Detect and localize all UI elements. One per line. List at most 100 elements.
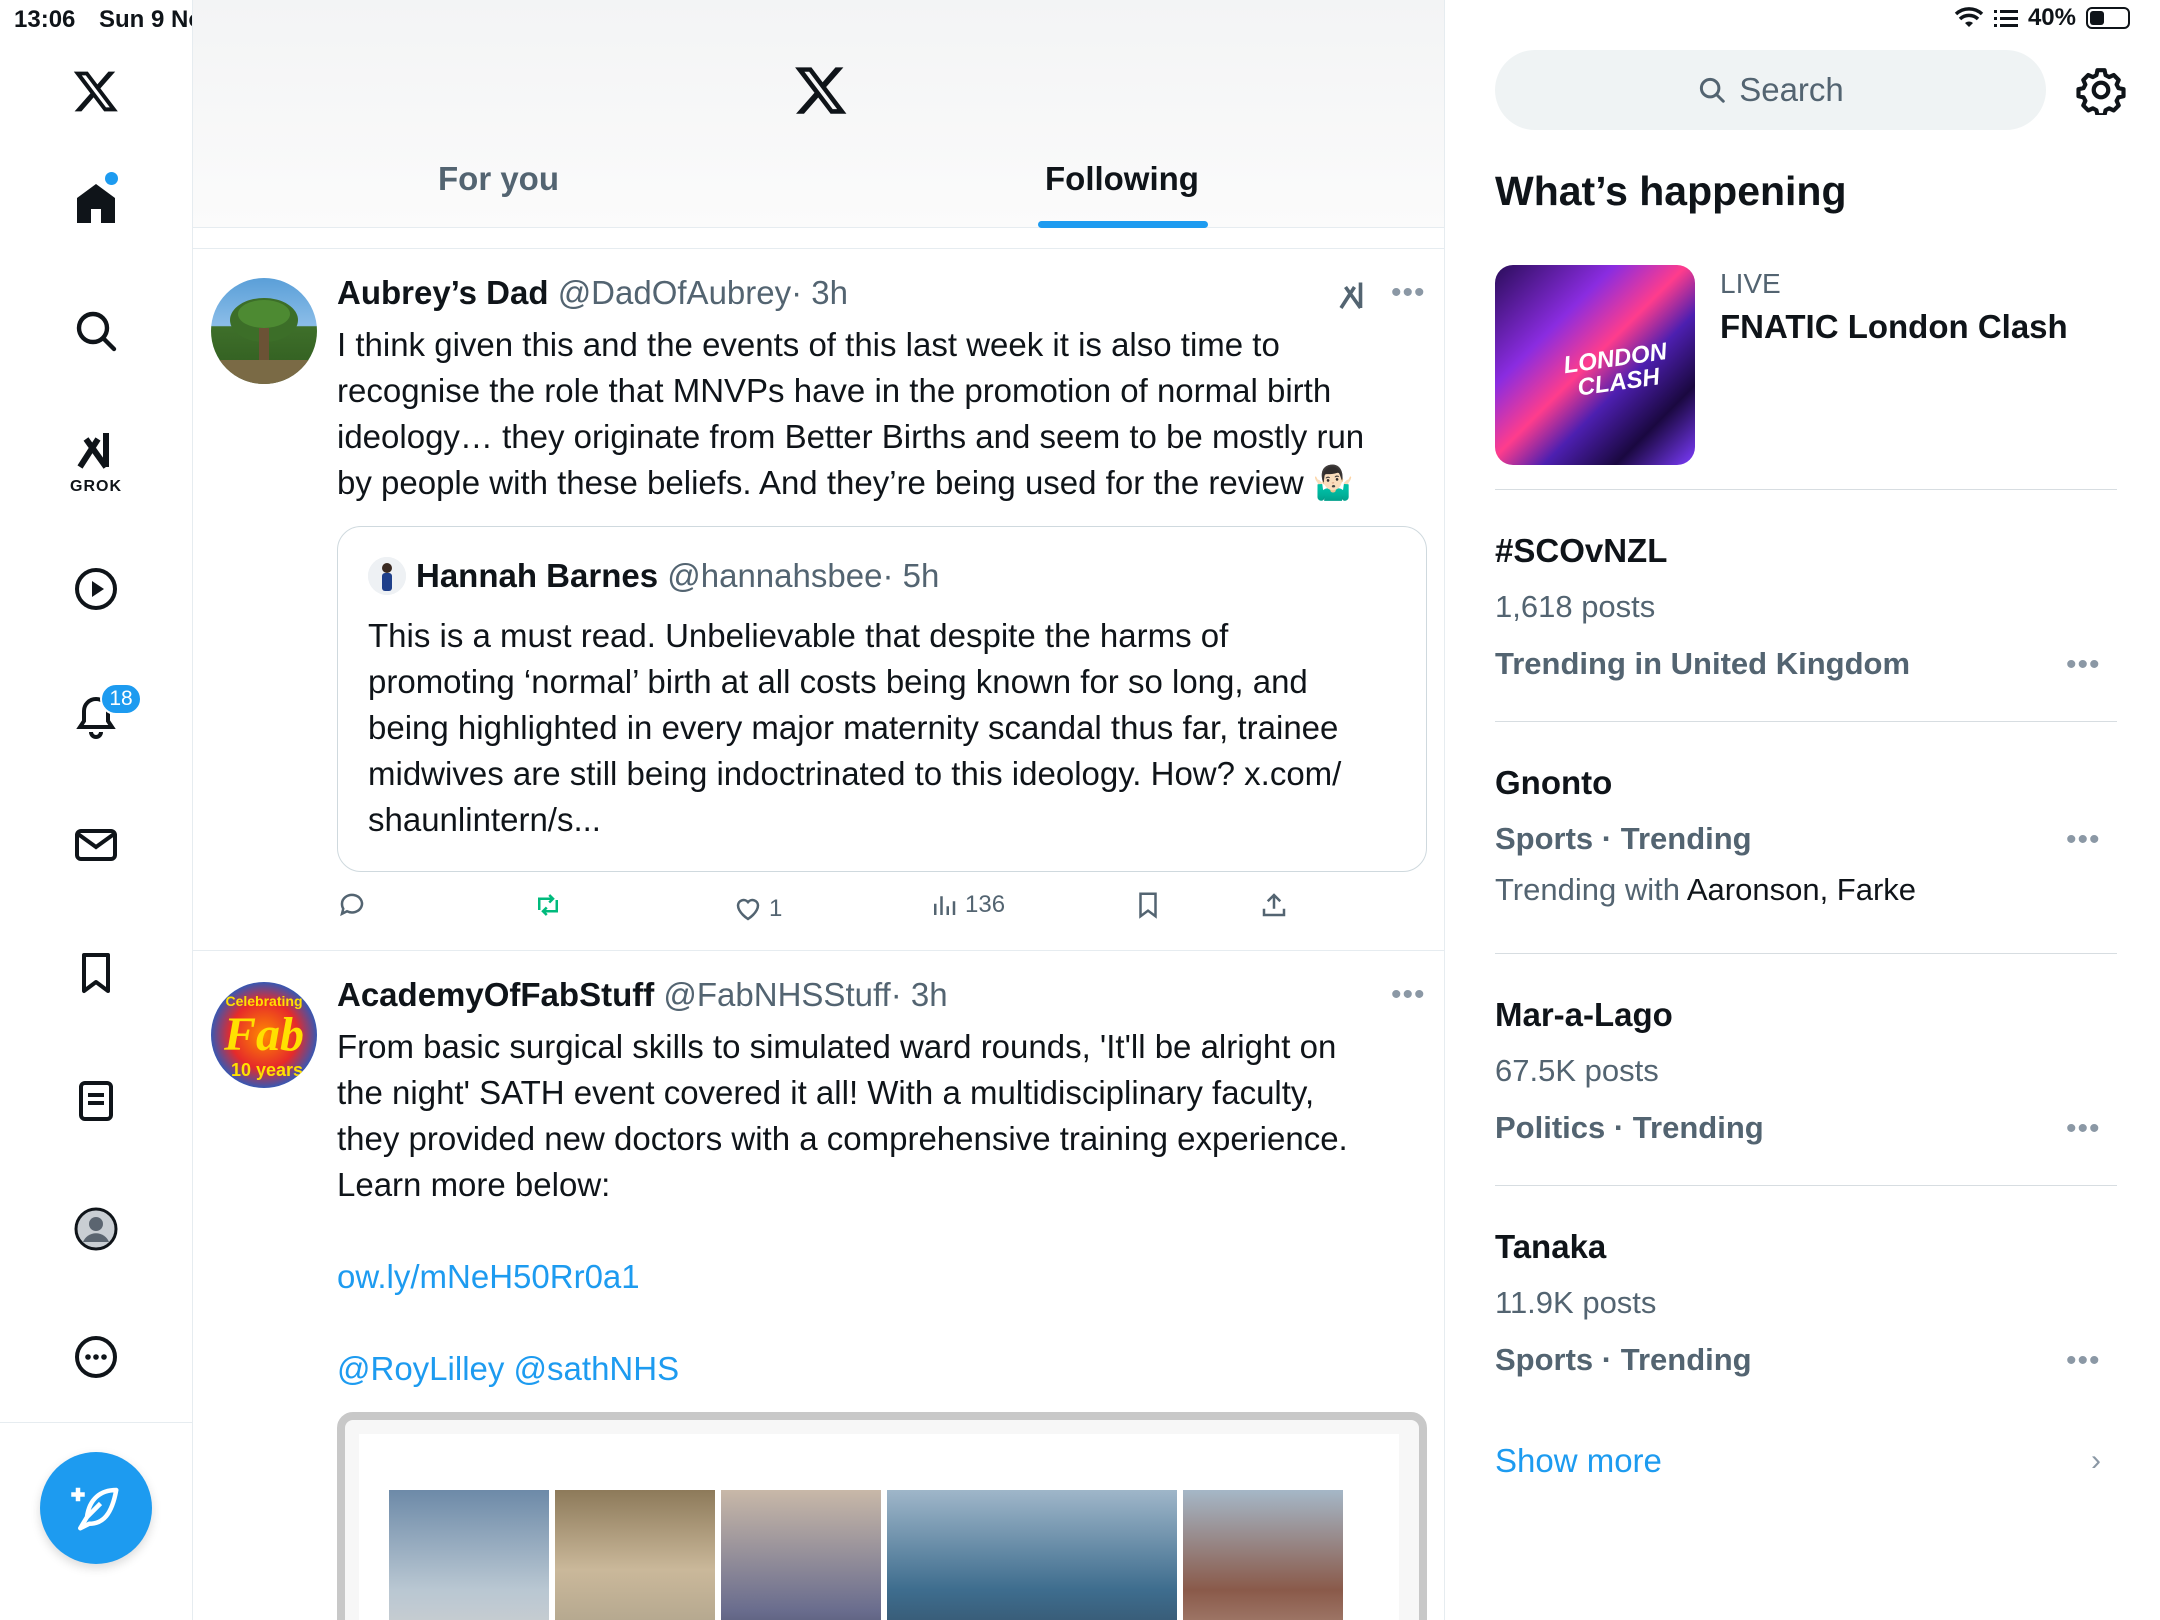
trend-title[interactable]: Gnonto (1495, 764, 1612, 802)
divider (1495, 721, 2117, 722)
trend-category: Politics · Trending (1495, 1110, 1764, 1145)
bookmark-button[interactable] (1133, 890, 1163, 920)
lists-icon[interactable] (65, 1070, 127, 1132)
like-count: 1 (769, 895, 783, 922)
tweet-text: I think given this and the events of thi… (337, 322, 1427, 506)
grok-label: GROK (70, 478, 122, 495)
more-options-icon[interactable]: ••• (1391, 978, 1426, 1012)
quote-author-handle: @hannahsbee (667, 557, 883, 594)
nav-divider (0, 1422, 193, 1423)
more-options-icon[interactable]: ••• (2066, 1344, 2101, 1378)
right-sidebar: Search What’s happening LONDON CLASH LIV… (1446, 0, 2160, 1620)
video-icon[interactable] (65, 558, 127, 620)
quote-post-time: · 5h (882, 557, 940, 594)
quote-text-line: promoting ‘normal’ birth at all costs be… (368, 663, 1308, 700)
post-time: · 3h (791, 274, 848, 311)
more-options-icon[interactable]: ••• (2066, 648, 2101, 682)
tweet-text: From basic surgical skills to simulated … (337, 1024, 1427, 1392)
tab-following[interactable]: Following (1045, 160, 1199, 198)
photo-thumbnail (389, 1490, 549, 1620)
show-more-link[interactable]: Show more (1495, 1442, 1662, 1480)
trend-posts: 67.5K posts (1495, 1053, 1659, 1088)
like-button[interactable]: 1 (733, 894, 782, 924)
divider (1495, 489, 2117, 490)
active-tab-indicator (1038, 221, 1208, 228)
avatar[interactable] (211, 278, 317, 384)
trend-category: Trending in United Kingdom (1495, 646, 1911, 681)
trend-with-names: Aaronson, Farke (1686, 872, 1917, 907)
profile-avatar-icon[interactable] (65, 1198, 127, 1260)
live-event-title[interactable]: FNATIC London Clash (1720, 308, 2068, 346)
quote-text: This is a must read. Unbelievable that d… (368, 613, 1408, 843)
settings-gear-icon[interactable] (2076, 65, 2126, 115)
trend-title[interactable]: #SCOvNZL (1495, 532, 1667, 570)
messages-icon[interactable] (65, 814, 127, 876)
views-button[interactable]: 136 (929, 890, 1005, 920)
tweet-text-line: they provided new doctors with a compreh… (337, 1120, 1348, 1157)
trend-category: Sports · Trending (1495, 821, 1752, 856)
live-event-image[interactable]: LONDON CLASH (1495, 265, 1695, 465)
photo-thumbnail (1183, 1490, 1343, 1620)
search-placeholder: Search (1739, 71, 1844, 108)
tweet-text-line: the night' SATH event covered it all! Wi… (337, 1074, 1315, 1111)
trend-category: Sports · Trending (1495, 1342, 1752, 1377)
compose-feather-icon (71, 1487, 119, 1531)
home-icon[interactable] (65, 172, 127, 234)
x-logo-icon[interactable] (65, 60, 127, 122)
divider (193, 950, 1444, 951)
avatar-text-bottom: 10 years (231, 1060, 303, 1080)
heart-icon (736, 898, 760, 921)
quote-text-line: being highlighted in every major materni… (368, 709, 1339, 746)
quoted-tweet[interactable]: Hannah Barnes @hannahsbee· 5h This is a … (337, 526, 1427, 872)
trend-posts: 11.9K posts (1495, 1285, 1657, 1320)
repost-button[interactable] (533, 890, 563, 920)
author-handle[interactable]: @DadOfAubrey (558, 274, 791, 311)
compose-post-button[interactable] (40, 1452, 152, 1564)
avatar[interactable]: Celebrating Fab 10 years (211, 982, 317, 1088)
photo-thumbnail (721, 1490, 881, 1620)
tweet-text-line: From basic surgical skills to simulated … (337, 1028, 1337, 1065)
grok-icon[interactable] (65, 420, 127, 482)
avatar-text-mid: Fab (223, 1008, 304, 1061)
divider (193, 248, 1444, 249)
share-icon (1262, 893, 1286, 917)
tweet-text-line: recognise the role that MNVPs have in th… (337, 372, 1332, 409)
whats-happening-title: What’s happening (1495, 168, 1847, 214)
tweet-actions: 1 136 (337, 890, 1337, 930)
grok-icon[interactable] (1335, 278, 1371, 314)
tweet-mentions[interactable]: @RoyLilley @sathNHS (337, 1346, 1427, 1392)
trend-title[interactable]: Mar-a-Lago (1495, 996, 1673, 1034)
x-logo-icon[interactable] (793, 62, 849, 118)
more-options-icon[interactable]: ••• (2066, 1112, 2101, 1146)
timeline-header: For you Following (193, 0, 1444, 228)
live-image-text: LONDON CLASH (1561, 338, 1669, 402)
more-options-icon[interactable]: ••• (2066, 823, 2101, 857)
tweet-text-line: I think given this and the events of thi… (337, 326, 1280, 363)
reply-icon (340, 893, 364, 917)
tweet-text-line: by people with these beliefs. And they’r… (337, 464, 1355, 501)
tweet-media-image[interactable] (337, 1412, 1427, 1620)
search-input[interactable]: Search (1495, 50, 2046, 130)
live-label: LIVE (1720, 268, 1781, 299)
post-time: · 3h (890, 976, 948, 1013)
tab-for-you[interactable]: For you (438, 160, 559, 198)
quote-author-name: Hannah Barnes (416, 557, 659, 594)
more-options-icon[interactable]: ••• (1391, 276, 1426, 310)
quote-text-line: midwives are still being indoctrinated t… (368, 755, 1342, 792)
tweet-text-line: ideology… they originate from Better Bir… (337, 418, 1365, 455)
trend-title[interactable]: Tanaka (1495, 1228, 1606, 1266)
quote-text-line: shaunlintern/s... (368, 801, 601, 838)
share-button[interactable] (1259, 890, 1289, 920)
author-name[interactable]: AcademyOfFabStuff (337, 976, 654, 1013)
avatar-text-top: Celebrating (225, 993, 302, 1009)
bookmarks-icon[interactable] (65, 942, 127, 1004)
tweet-text-line: Learn more below: (337, 1166, 611, 1203)
more-options-icon[interactable] (65, 1326, 127, 1388)
photo-thumbnail (887, 1490, 1177, 1620)
tweet-link[interactable]: ow.ly/mNeH50Rr0a1 (337, 1254, 1427, 1300)
search-icon[interactable] (65, 300, 127, 362)
author-handle[interactable]: @FabNHSStuff (663, 976, 890, 1013)
author-name[interactable]: Aubrey’s Dad (337, 274, 549, 311)
reply-button[interactable] (337, 890, 367, 920)
home-unread-dot (105, 172, 118, 185)
